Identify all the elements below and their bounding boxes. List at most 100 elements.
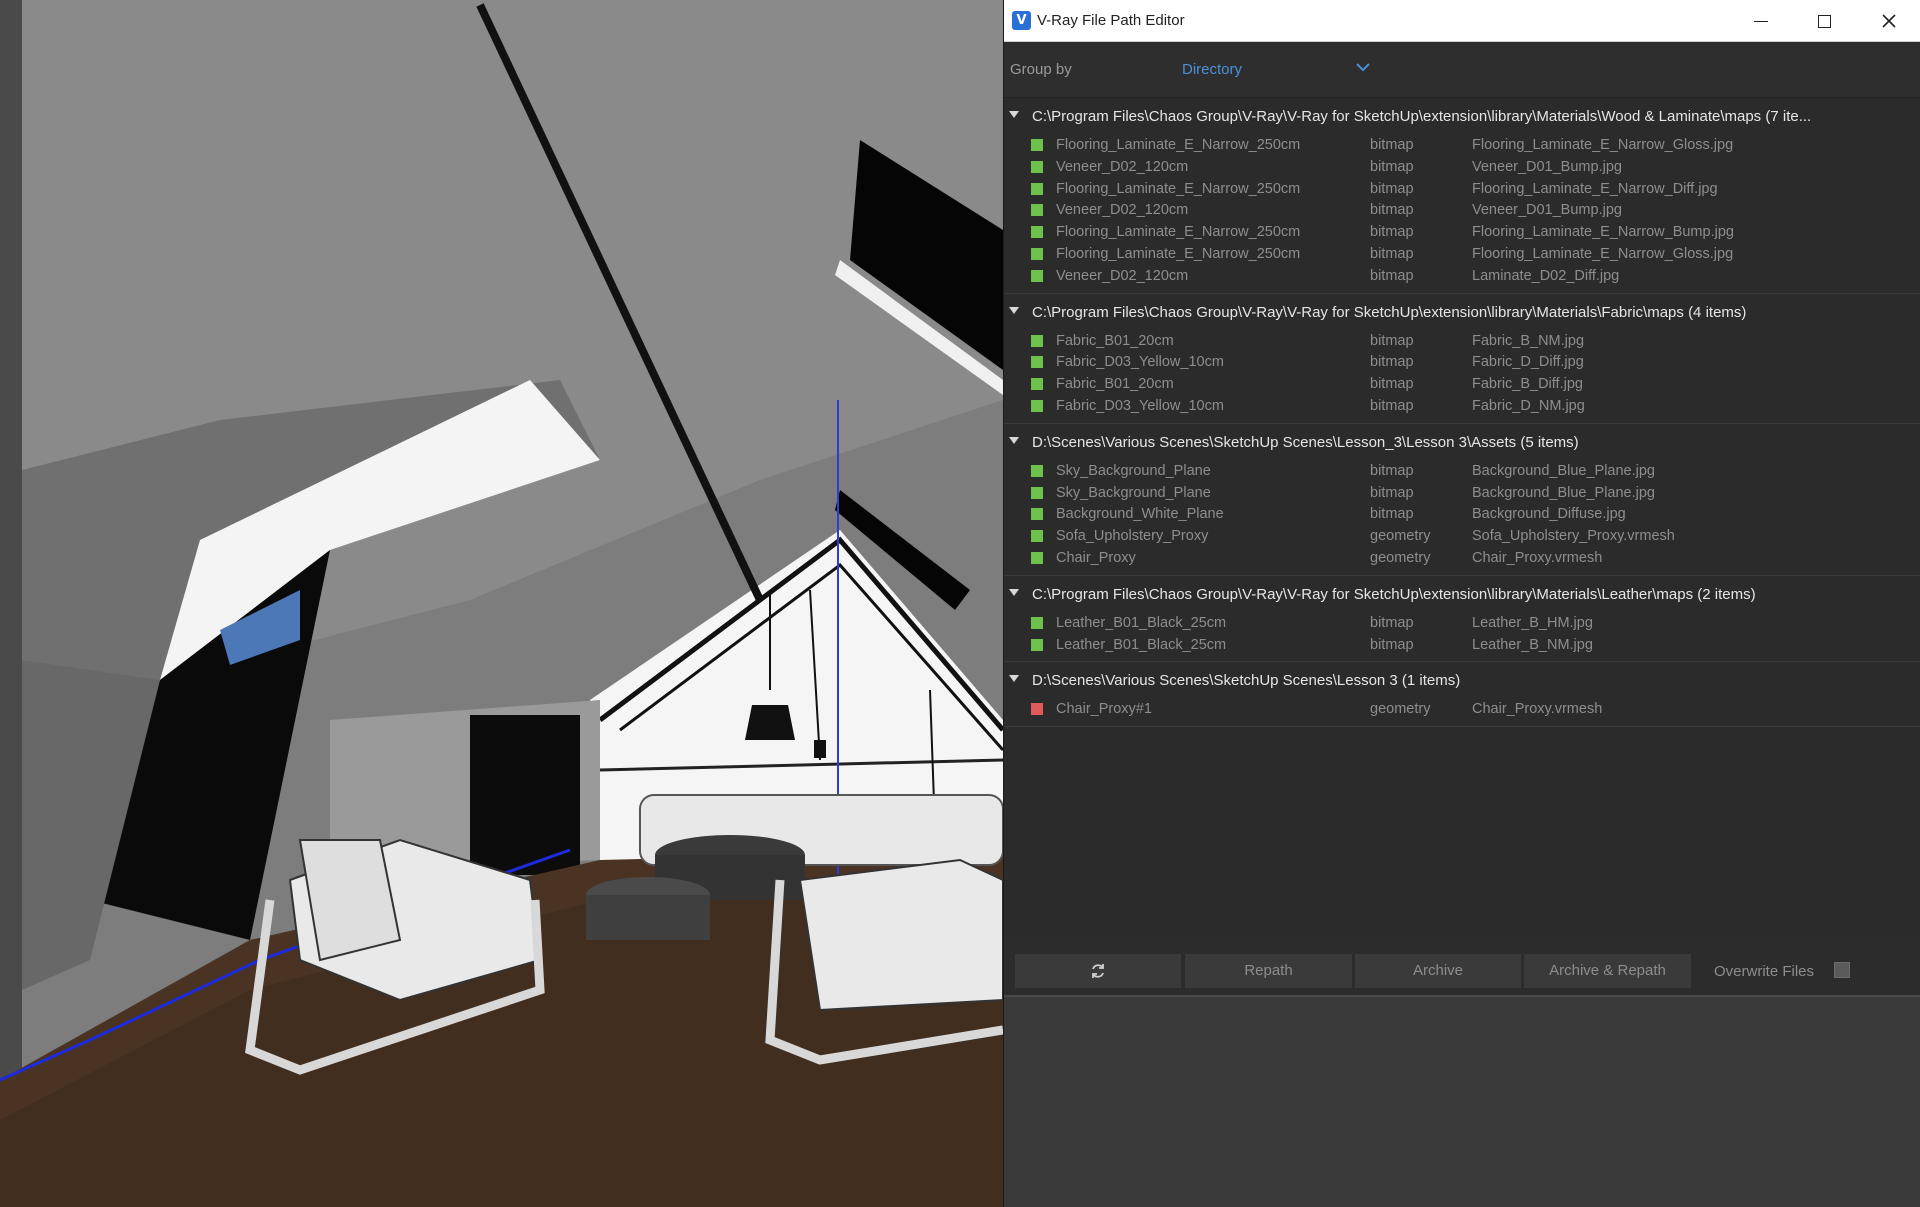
file-row[interactable]: Flooring_Laminate_E_Narrow_250cm bitmap Fl… [1004, 178, 1920, 200]
status-ok-icon [1031, 530, 1043, 543]
asset-name: Sky_Background_Plane [1056, 462, 1211, 479]
file-row[interactable]: Fabric_B01_20cm bitmap Fabric_B_Diff.jpg [1004, 373, 1920, 395]
asset-file: Fabric_D_Diff.jpg [1472, 354, 1584, 371]
directory-group-header[interactable]: D:\Scenes\Various Scenes\SketchUp Scenes… [1004, 424, 1920, 460]
status-ok-icon [1031, 247, 1043, 260]
asset-name: Flooring_Laminate_E_Narrow_250cm [1056, 137, 1301, 153]
status-ok-icon [1031, 182, 1043, 195]
asset-type: bitmap [1370, 376, 1414, 393]
status-ok-icon [1031, 399, 1043, 412]
asset-type: bitmap [1370, 224, 1414, 241]
close-icon [1882, 14, 1896, 28]
status-ok-icon [1031, 508, 1043, 521]
asset-file: Laminate_D02_Diff.jpg [1472, 267, 1620, 284]
asset-type: bitmap [1370, 332, 1414, 349]
asset-name: Veneer_D02_120cm [1056, 202, 1189, 219]
directory-group: C:\Program Files\Chaos Group\V-Ray\V-Ray… [1004, 294, 1920, 424]
file-row[interactable]: Veneer_D02_120cm bitmap Laminate_D02_Diff.… [1004, 265, 1920, 287]
file-row[interactable]: Leather_B01_Black_25cm bitmap Leather_B_HM… [1004, 612, 1920, 634]
directory-path: D:\Scenes\Various Scenes\SketchUp Scenes… [1032, 433, 1579, 451]
file-row[interactable]: Flooring_Laminate_E_Narrow_250cm bitmap Fl… [1004, 243, 1920, 265]
asset-file: Veneer_D01_Bump.jpg [1472, 158, 1622, 175]
overwrite-files-checkbox[interactable] [1834, 962, 1850, 978]
asset-file: Background_Blue_Plane.jpg [1472, 484, 1655, 501]
action-bar: Repath Archive Archive & Repath Overwrit… [1004, 937, 1920, 995]
file-row[interactable]: Chair_Proxy geometry Chair_Proxy.vrmesh [1004, 547, 1920, 569]
collapse-caret-icon[interactable] [1009, 588, 1019, 596]
asset-file: Fabric_D_NM.jpg [1472, 397, 1585, 414]
asset-name: Leather_B01_Black_25cm [1056, 614, 1227, 631]
asset-file: Flooring_Laminate_E_Narrow_Gloss.jpg [1472, 137, 1734, 153]
vray-logo-icon: V [1012, 11, 1031, 30]
status-ok-icon [1031, 269, 1043, 282]
file-path-list[interactable]: C:\Program Files\Chaos Group\V-Ray\V-Ray… [1004, 97, 1920, 937]
directory-group-header[interactable]: C:\Program Files\Chaos Group\V-Ray\V-Ray… [1004, 98, 1920, 134]
file-row[interactable]: Veneer_D02_120cm bitmap Veneer_D01_Bump.jp… [1004, 199, 1920, 221]
collapse-caret-icon[interactable] [1009, 436, 1019, 444]
collapse-caret-icon[interactable] [1009, 675, 1019, 683]
asset-type: bitmap [1370, 506, 1414, 523]
asset-type: bitmap [1370, 636, 1414, 653]
status-ok-icon [1031, 204, 1043, 217]
archive-button[interactable]: Archive [1355, 954, 1521, 988]
file-row[interactable]: Veneer_D02_120cm bitmap Veneer_D01_Bump.jp… [1004, 156, 1920, 178]
asset-name: Chair_Proxy [1056, 549, 1136, 566]
asset-type: bitmap [1370, 267, 1414, 284]
directory-path: D:\Scenes\Various Scenes\SketchUp Scenes… [1032, 672, 1461, 690]
collapse-caret-icon[interactable] [1009, 306, 1019, 314]
asset-name: Leather_B01_Black_25cm [1056, 636, 1227, 653]
directory-path: C:\Program Files\Chaos Group\V-Ray\V-Ray… [1032, 108, 1812, 125]
asset-file: Background_Blue_Plane.jpg [1472, 462, 1655, 479]
title-bar[interactable]: V V-Ray File Path Editor [1004, 0, 1920, 42]
file-row[interactable]: Leather_B01_Black_25cm bitmap Leather_B_NM… [1004, 634, 1920, 656]
asset-name: Sofa_Upholstery_Proxy [1056, 528, 1209, 545]
file-row[interactable]: Fabric_D03_Yellow_10cm bitmap Fabric_D_NM.… [1004, 395, 1920, 417]
status-ok-icon [1031, 334, 1043, 347]
file-row[interactable]: Flooring_Laminate_E_Narrow_250cm bitmap Fl… [1004, 134, 1920, 156]
file-row[interactable]: Sofa_Upholstery_Proxy geometry Sofa_Uphols… [1004, 525, 1920, 547]
status-ok-icon [1031, 378, 1043, 391]
asset-name: Flooring_Laminate_E_Narrow_250cm [1056, 224, 1301, 241]
file-row[interactable]: Flooring_Laminate_E_Narrow_250cm bitmap Fl… [1004, 221, 1920, 243]
asset-file: Fabric_B_NM.jpg [1472, 332, 1585, 349]
asset-file: Fabric_B_Diff.jpg [1472, 376, 1583, 393]
directory-group-header[interactable]: C:\Program Files\Chaos Group\V-Ray\V-Ray… [1004, 576, 1920, 612]
chevron-down-icon [1356, 63, 1370, 72]
refresh-button[interactable] [1015, 954, 1181, 988]
asset-name: Veneer_D02_120cm [1056, 267, 1189, 284]
collapse-caret-icon[interactable] [1009, 111, 1019, 118]
asset-file: Sofa_Upholstery_Proxy.vrmesh [1472, 528, 1675, 545]
asset-name: Chair_Proxy#1 [1056, 701, 1152, 718]
asset-file: Background_Diffuse.jpg [1472, 506, 1626, 523]
asset-file: Leather_B_HM.jpg [1472, 614, 1593, 631]
file-row[interactable]: Background_White_Plane bitmap Background_D… [1004, 503, 1920, 525]
asset-name: Veneer_D02_120cm [1056, 158, 1189, 175]
directory-group-header[interactable]: D:\Scenes\Various Scenes\SketchUp Scenes… [1004, 662, 1920, 698]
close-button[interactable] [1859, 0, 1919, 42]
group-by-bar: Group by Directory [1004, 42, 1920, 97]
asset-name: Sky_Background_Plane [1056, 484, 1211, 501]
file-row[interactable]: Fabric_D03_Yellow_10cm bitmap Fabric_D_Dif… [1004, 351, 1920, 373]
maximize-button[interactable] [1794, 0, 1854, 42]
minimize-button[interactable] [1731, 0, 1791, 42]
asset-name: Fabric_D03_Yellow_10cm [1056, 397, 1224, 414]
sketchup-viewport[interactable] [0, 0, 1003, 1207]
asset-name: Fabric_B01_20cm [1056, 332, 1174, 349]
status-ok-icon [1031, 486, 1043, 499]
group-by-dropdown[interactable]: Directory [1174, 54, 1370, 84]
file-row[interactable]: Fabric_B01_20cm bitmap Fabric_B_NM.jpg [1004, 330, 1920, 352]
window-title: V-Ray File Path Editor [1037, 12, 1185, 29]
file-row[interactable]: Sky_Background_Plane bitmap Background_Blu… [1004, 482, 1920, 504]
file-row[interactable]: Chair_Proxy#1 geometry Chair_Proxy.vrmesh [1004, 698, 1920, 720]
status-ok-icon [1031, 139, 1043, 151]
directory-group-header[interactable]: C:\Program Files\Chaos Group\V-Ray\V-Ray… [1004, 294, 1920, 330]
archive-repath-button[interactable]: Archive & Repath [1524, 954, 1691, 988]
status-ok-icon [1031, 226, 1043, 239]
details-pane [1004, 995, 1920, 1207]
asset-name: Fabric_D03_Yellow_10cm [1056, 354, 1224, 371]
status-ok-icon [1031, 160, 1043, 173]
asset-type: geometry [1370, 528, 1431, 545]
repath-button[interactable]: Repath [1185, 954, 1352, 988]
asset-file: Flooring_Laminate_E_Narrow_Bump.jpg [1472, 224, 1734, 241]
file-row[interactable]: Sky_Background_Plane bitmap Background_Blu… [1004, 460, 1920, 482]
